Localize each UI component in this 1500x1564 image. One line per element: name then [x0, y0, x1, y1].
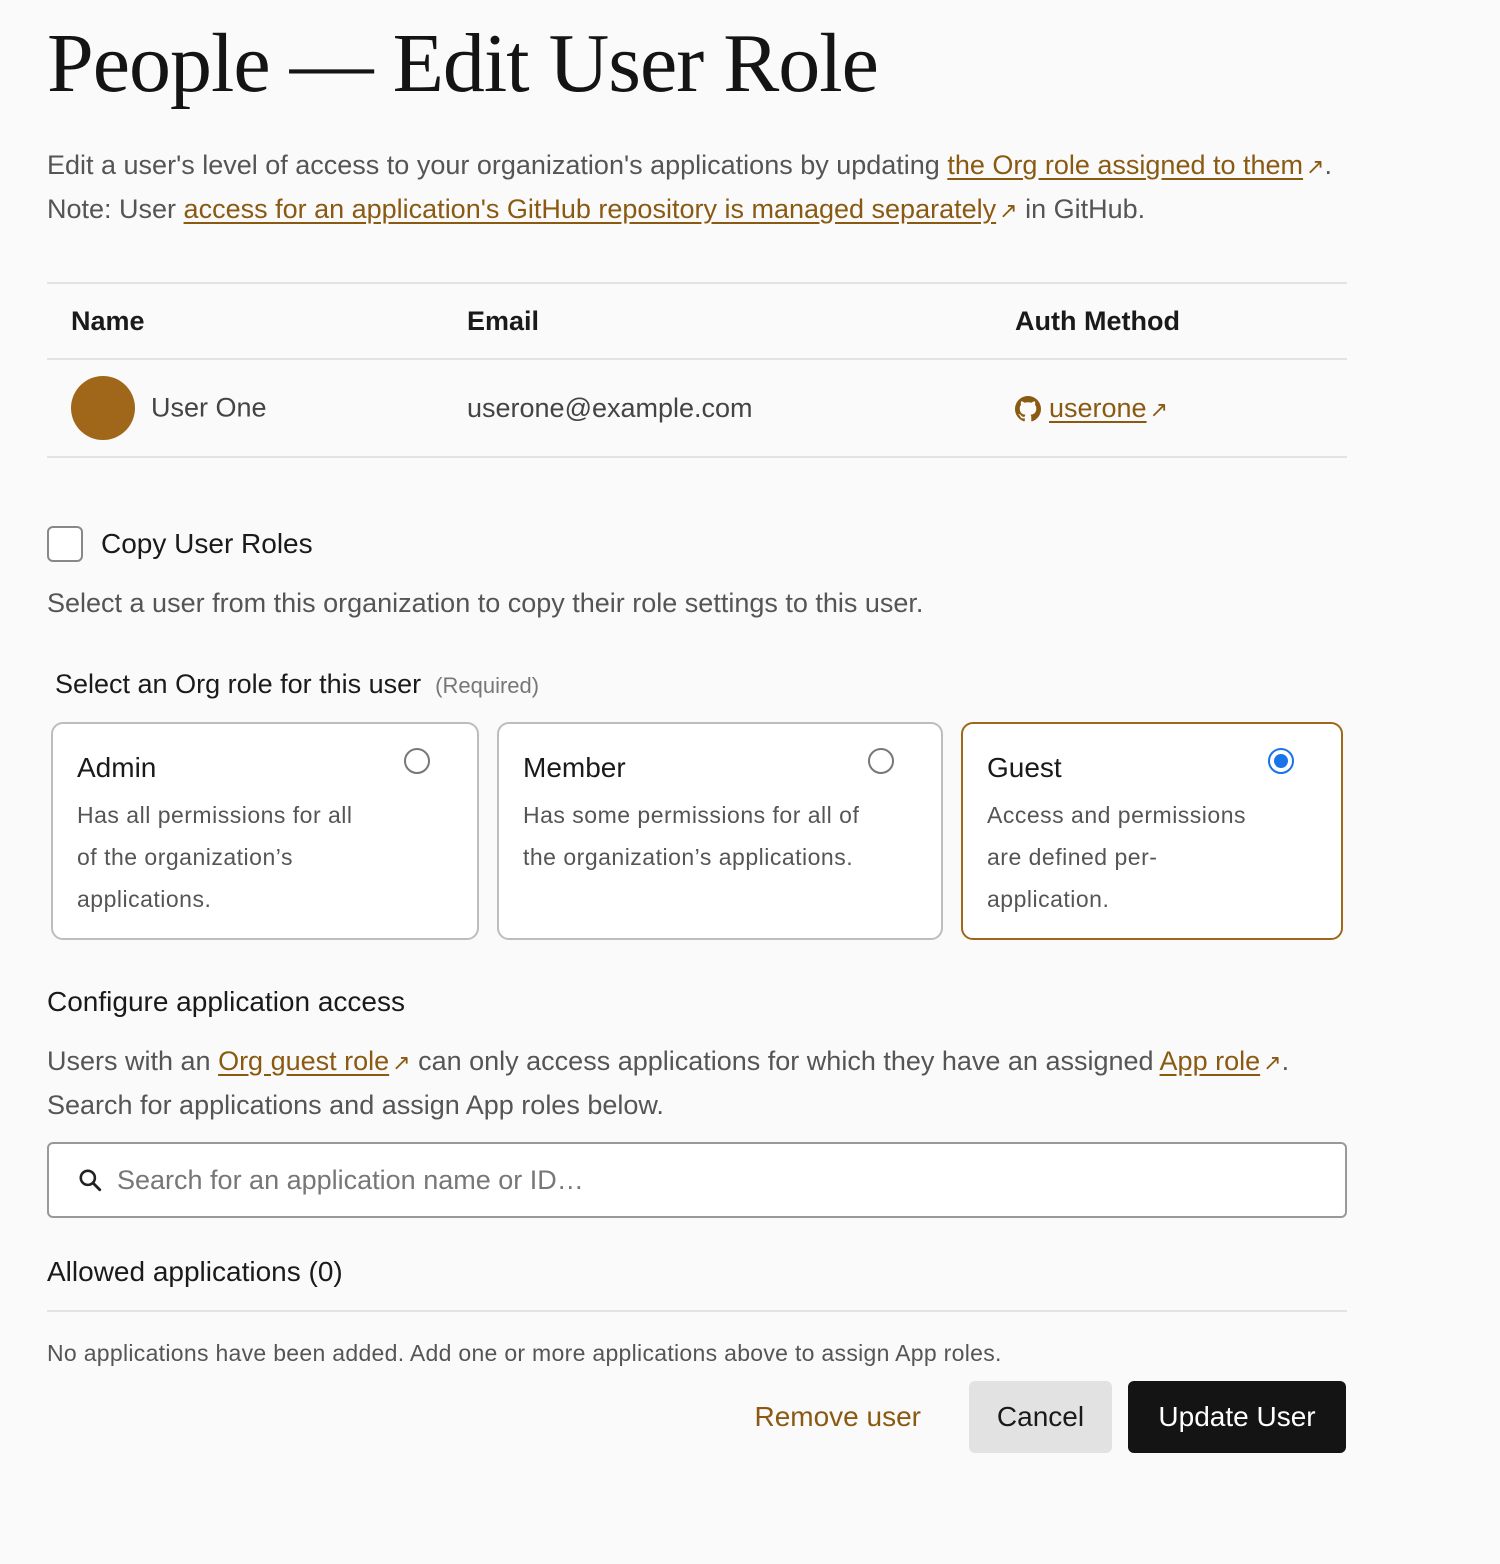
configure-access-description: Users with an Org guest role ↗ can only a…	[47, 1040, 1337, 1126]
app-role-link[interactable]: App role ↗	[1160, 1046, 1282, 1076]
org-role-options: Admin Has all permissions for all of the…	[51, 722, 1500, 940]
role-description: Has all permissions for all of the organ…	[77, 802, 353, 912]
intro-text-1: Edit a user's level of access to your or…	[47, 150, 948, 180]
column-header-auth-method: Auth Method	[991, 282, 1347, 360]
role-radio-member[interactable]	[868, 748, 894, 774]
auth-method-cell: userone ↗	[991, 359, 1347, 458]
configure-access-heading: Configure application access	[47, 986, 405, 1017]
page-intro: Edit a user's level of access to your or…	[47, 144, 1467, 232]
user-email: userone@example.com	[443, 359, 991, 458]
search-icon	[79, 1169, 102, 1192]
external-link-icon: ↗	[1263, 1050, 1282, 1075]
org-role-heading: Select an Org role for this user (Require…	[55, 669, 540, 699]
copy-user-roles-help: Select a user from this organization to …	[47, 588, 924, 618]
form-actions: Remove user Cancel Update User	[748, 1381, 1346, 1453]
cancel-button[interactable]: Cancel	[969, 1381, 1112, 1453]
role-card-member[interactable]: Member Has some permissions for all of t…	[497, 722, 943, 940]
org-role-docs-link[interactable]: the Org role assigned to them ↗	[947, 150, 1324, 180]
application-search[interactable]	[47, 1142, 1347, 1218]
intro-text-2: Note: User	[47, 194, 184, 224]
allowed-applications-empty-state: No applications have been added. Add one…	[47, 1340, 1002, 1366]
role-title: Admin	[77, 752, 157, 783]
role-description: Has some permissions for all of the orga…	[523, 802, 860, 870]
required-indicator: (Required)	[435, 673, 540, 698]
external-link-icon: ↗	[392, 1050, 411, 1075]
update-user-button[interactable]: Update User	[1128, 1381, 1346, 1453]
role-description: Access and permissions are defined per-a…	[987, 802, 1246, 912]
remove-user-button[interactable]: Remove user	[748, 1400, 927, 1434]
avatar	[71, 376, 135, 440]
org-guest-role-link[interactable]: Org guest role ↗	[218, 1046, 411, 1076]
page-title: People — Edit User Role	[47, 17, 879, 110]
user-name: User One	[151, 392, 267, 423]
copy-user-roles-checkbox[interactable]	[47, 526, 83, 562]
user-table: Name Email Auth Method User One userone@…	[47, 282, 1347, 458]
table-row: User One userone@example.com userone ↗	[47, 359, 1347, 458]
user-name-cell: User One	[47, 359, 443, 458]
page: People — Edit User Role Edit a user's le…	[0, 0, 1500, 1453]
role-radio-admin[interactable]	[404, 748, 430, 774]
role-radio-guest[interactable]	[1268, 748, 1294, 774]
github-icon	[1015, 396, 1041, 422]
allowed-applications-heading: Allowed applications (0)	[47, 1256, 1347, 1312]
role-card-admin[interactable]: Admin Has all permissions for all of the…	[51, 722, 479, 940]
column-header-email: Email	[443, 282, 991, 360]
external-link-icon: ↗	[1149, 396, 1169, 422]
copy-user-roles-label[interactable]: Copy User Roles	[101, 528, 313, 560]
github-profile-link[interactable]: userone ↗	[1049, 393, 1168, 423]
role-title: Member	[523, 752, 626, 783]
role-card-guest[interactable]: Guest Access and permissions are defined…	[961, 722, 1343, 940]
copy-user-roles-row: Copy User Roles	[47, 526, 1500, 562]
external-link-icon: ↗	[999, 198, 1018, 223]
github-access-docs-link[interactable]: access for an application's GitHub repos…	[184, 194, 1018, 224]
column-header-name: Name	[47, 282, 443, 360]
application-search-input[interactable]	[115, 1163, 1299, 1197]
external-link-icon: ↗	[1306, 154, 1325, 179]
